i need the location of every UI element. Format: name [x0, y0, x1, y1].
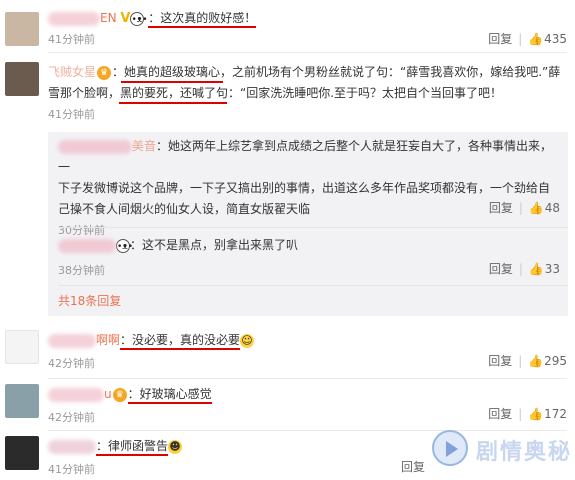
- username[interactable]: EN: [100, 11, 117, 25]
- thumbs-up-icon[interactable]: 👍: [529, 201, 544, 215]
- blurred-username: [58, 238, 116, 253]
- username[interactable]: u: [104, 387, 112, 401]
- reply-text: ：这不是黑点，别拿出来黑了叭: [130, 238, 299, 252]
- reply-actions: 回复 | 👍 33: [488, 262, 560, 276]
- highlight-underline: [121, 81, 223, 83]
- comment-text: ：没必要，真的没必要: [120, 333, 241, 350]
- thumbs-up-icon[interactable]: 👍: [528, 32, 543, 46]
- username[interactable]: 美音: [132, 139, 156, 153]
- reply-2: •ᴥ•：这不是黑点，别拿出来黑了叭 38分钟前 回复 | 👍 33: [58, 235, 560, 281]
- fan-badge-icon: ♛: [112, 387, 127, 402]
- blurred-username: [48, 387, 104, 402]
- like-count: 435: [544, 32, 567, 46]
- divider: [58, 227, 568, 228]
- comment-text: ：这次真的败好感！: [148, 11, 257, 28]
- comment-actions: 回复 | 👍 172: [488, 407, 567, 421]
- comment-actions: 回复: [401, 458, 425, 475]
- divider: [48, 52, 567, 53]
- avatar[interactable]: [5, 384, 39, 418]
- emoji-icon: ☺: [240, 333, 255, 348]
- username[interactable]: 啊啊: [96, 333, 120, 347]
- reply-button[interactable]: 回复: [489, 262, 513, 276]
- reply-button[interactable]: 回复: [488, 407, 512, 421]
- panda-emoji-icon: •ᴥ•: [116, 238, 133, 253]
- fan-badge-icon: ♛: [97, 65, 112, 80]
- comment-text-line-2: 雪那个脸啊，黑的要死，还喊了句：“回家洗洗睡吧你.至于吗？太把自个当回事了吧！: [48, 86, 503, 100]
- avatar[interactable]: [5, 62, 39, 96]
- username[interactable]: 飞贼女星: [48, 65, 96, 79]
- reply-button[interactable]: 回复: [488, 354, 512, 368]
- comment-actions: 回复 | 👍 435: [488, 32, 567, 46]
- more-replies-link[interactable]: 共18条回复: [58, 292, 121, 309]
- play-logo-icon: [432, 430, 468, 466]
- comment-text: ：律师函警告: [96, 439, 169, 456]
- like-count: 172: [544, 407, 567, 421]
- replies-panel: 美音：她这两年上综艺拿到点成绩之后整个人就是狂妄自大了，各种事情出来，一 下子发…: [48, 132, 568, 316]
- highlight-underline: [119, 102, 227, 104]
- reply-button[interactable]: 回复: [401, 460, 425, 474]
- thumbs-up-icon[interactable]: 👍: [528, 407, 543, 421]
- panda-emoji-icon: •ᴥ•: [130, 11, 148, 26]
- avatar[interactable]: [5, 330, 39, 364]
- blurred-username: [58, 139, 132, 154]
- reply-text-line-3: 己操不食人间烟火的仙女人设，简直女版翟天临: [58, 202, 311, 216]
- like-count: 295: [544, 354, 567, 368]
- like-count: 48: [544, 201, 560, 215]
- blurred-username: [48, 333, 96, 348]
- blurred-username: [48, 11, 100, 26]
- thumbs-up-icon[interactable]: 👍: [529, 262, 544, 276]
- timestamp: 38分钟前: [58, 264, 105, 277]
- reply-actions: 回复 | 👍 48: [488, 201, 560, 215]
- reply-text-line-2: 下子发微博说这个品牌，一下子又搞出别的事情，出道这么多年作品奖项都没有，一个劲给…: [58, 181, 551, 195]
- watermark-text: 剧情奥秘: [476, 440, 573, 465]
- reply-button[interactable]: 回复: [488, 32, 512, 46]
- divider: [58, 285, 568, 286]
- avatar[interactable]: [5, 436, 39, 470]
- comment-text: ：好玻璃心感觉: [127, 387, 212, 404]
- comment-actions: 回复 | 👍 295: [488, 354, 567, 368]
- comment-text-line-1: ：她真的超级玻璃心，之前机场有个男粉丝就说了句：“薛雪我喜欢你，嫁给我吧.”薛: [112, 65, 561, 79]
- thumbs-up-icon[interactable]: 👍: [528, 354, 543, 368]
- reply-1: 美音：她这两年上综艺拿到点成绩之后整个人就是狂妄自大了，各种事情出来，一 下子发…: [58, 136, 560, 241]
- like-count: 33: [544, 262, 560, 276]
- watermark: 剧情奥秘: [432, 430, 572, 470]
- divider: [48, 378, 567, 379]
- emoji-icon: ☻: [168, 439, 183, 454]
- verified-badge-icon: V: [120, 11, 131, 26]
- timestamp: 41分钟前: [48, 108, 95, 121]
- blurred-username: [48, 439, 96, 454]
- reply-button[interactable]: 回复: [489, 201, 513, 215]
- avatar[interactable]: [5, 12, 39, 46]
